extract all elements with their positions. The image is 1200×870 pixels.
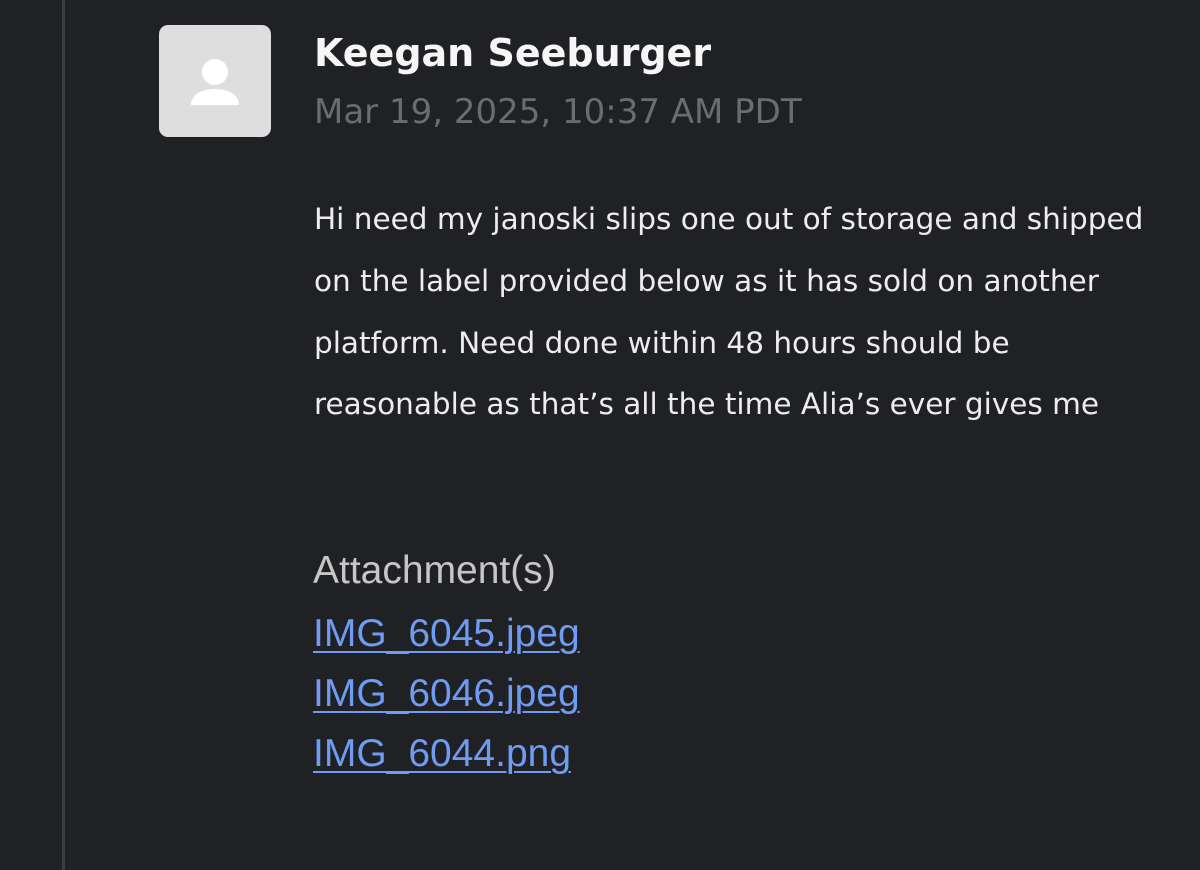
author-name: Keegan Seeburger	[314, 31, 712, 75]
attachments-heading: Attachment(s)	[313, 549, 556, 592]
attachment-list: IMG_6045.jpeg IMG_6046.jpeg IMG_6044.png	[313, 606, 580, 786]
attachment-link[interactable]: IMG_6045.jpeg	[313, 612, 580, 655]
attachment-item: IMG_6046.jpeg	[313, 666, 580, 726]
avatar	[159, 25, 271, 137]
comment-timestamp: Mar 19, 2025, 10:37 AM PDT	[314, 92, 802, 132]
attachment-link[interactable]: IMG_6044.png	[313, 732, 571, 775]
attachment-item: IMG_6044.png	[313, 726, 580, 786]
attachment-item: IMG_6045.jpeg	[313, 606, 580, 666]
attachment-link[interactable]: IMG_6046.jpeg	[313, 672, 580, 715]
comment-body: Hi need my janoski slips one out of stor…	[314, 202, 1144, 422]
user-silhouette-icon	[191, 59, 239, 105]
timeline-divider	[62, 0, 65, 870]
